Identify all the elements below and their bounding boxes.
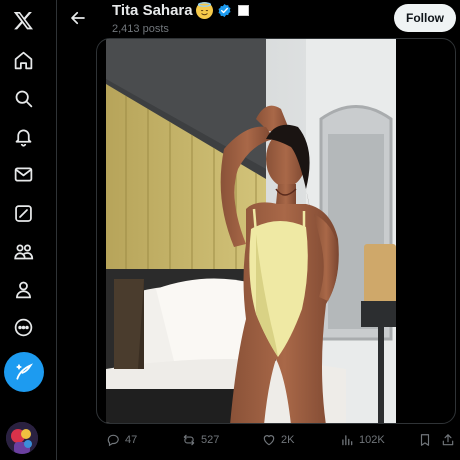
bookmark-button[interactable] — [418, 430, 432, 450]
x-logo-icon[interactable] — [6, 3, 40, 37]
profile-icon[interactable] — [6, 272, 40, 306]
repost-icon — [183, 434, 195, 446]
account-avatar[interactable] — [6, 422, 38, 454]
reply-count: 47 — [125, 434, 138, 446]
left-nav — [0, 0, 46, 460]
heart-icon — [263, 435, 275, 446]
views-button[interactable]: 102K — [340, 430, 385, 450]
explore-icon[interactable] — [6, 81, 40, 115]
communities-icon[interactable] — [6, 234, 40, 268]
compose-post-button[interactable] — [4, 352, 44, 392]
photo-illustration — [106, 39, 396, 423]
share-icon — [442, 434, 454, 446]
notifications-icon[interactable] — [6, 119, 40, 153]
arrow-left-icon — [71, 11, 85, 25]
verified-badge-icon — [218, 3, 231, 18]
repost-count: 527 — [201, 434, 220, 446]
messages-icon[interactable] — [6, 157, 40, 191]
like-count: 2K — [281, 434, 295, 446]
home-icon[interactable] — [6, 43, 40, 77]
profile-name: Tita Sahara — [112, 2, 193, 19]
profile-header: Tita Sahara — [112, 2, 249, 19]
repost-button[interactable]: 527 — [182, 430, 219, 450]
post-actions: 47 527 2K 102K — [96, 430, 460, 450]
post-media-card[interactable] — [96, 38, 456, 424]
views-chart-icon — [342, 435, 353, 446]
more-icon[interactable] — [6, 310, 40, 344]
share-button[interactable] — [441, 430, 455, 450]
compose-post-icon — [16, 363, 33, 380]
flag-icon — [237, 5, 249, 16]
back-button[interactable] — [66, 6, 90, 30]
reply-icon — [107, 434, 119, 447]
grok-icon[interactable] — [6, 196, 40, 230]
like-button[interactable]: 2K — [262, 430, 294, 450]
follow-button[interactable]: Follow — [394, 4, 456, 32]
nav-divider — [56, 0, 57, 460]
posts-count: 2,413 posts — [112, 23, 169, 35]
halo-emoji-icon — [195, 2, 213, 19]
reply-button[interactable]: 47 — [106, 430, 137, 450]
bookmark-icon — [420, 434, 430, 446]
views-count: 102K — [359, 434, 385, 446]
post-photo[interactable] — [106, 39, 396, 423]
